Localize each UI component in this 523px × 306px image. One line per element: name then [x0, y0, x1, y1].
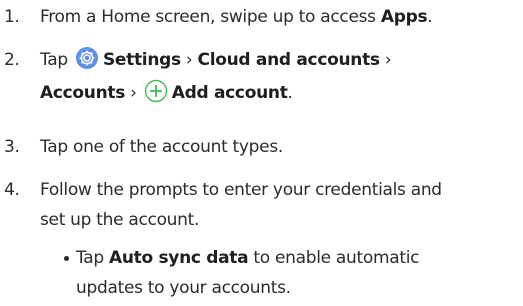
cloud-and-accounts-label: Cloud and accounts: [197, 50, 381, 70]
settings-gear-icon: [75, 46, 99, 70]
step-text-plain: .: [287, 83, 293, 103]
step-number: 3.: [4, 137, 20, 157]
step-number: 4.: [4, 180, 20, 200]
step-text: Tap Settings › Cloud and accounts ›: [40, 45, 392, 75]
step-text-plain: From a Home screen, swipe up to access: [40, 7, 381, 27]
separator: ›: [379, 50, 392, 70]
step-number: 1.: [4, 7, 20, 27]
separator: ›: [125, 83, 142, 103]
bullet-point: [64, 256, 72, 264]
step-number: 2.: [4, 50, 20, 70]
sub-bullet-text: Tap Auto sync data to enable automatic: [76, 243, 419, 273]
auto-sync-data-label: Auto sync data: [108, 248, 249, 268]
bullet-text-plain: Tap: [76, 248, 109, 268]
apps-label: Apps: [380, 7, 428, 27]
settings-label: Settings: [102, 50, 181, 70]
step-text: Follow the prompts to enter your credent…: [40, 180, 442, 200]
accounts-label: Accounts: [40, 83, 126, 103]
instruction-document: 1. From a Home screen, swipe up to acces…: [0, 0, 523, 306]
step-text: From a Home screen, swipe up to access A…: [40, 2, 433, 32]
add-account-label: Add account: [171, 83, 288, 103]
step-text: Tap one of the account types.: [40, 137, 283, 157]
step-text-plain: Tap: [40, 50, 73, 70]
add-circle-icon: [144, 79, 168, 103]
bullet-text-plain: to enable automatic: [248, 248, 420, 268]
step-text-plain: .: [427, 7, 433, 27]
separator: ›: [180, 50, 198, 70]
sub-bullet-text-continued: updates to your accounts.: [76, 278, 291, 298]
step-text: set up the account.: [40, 210, 200, 230]
step-text: Accounts › Add account.: [40, 78, 293, 108]
